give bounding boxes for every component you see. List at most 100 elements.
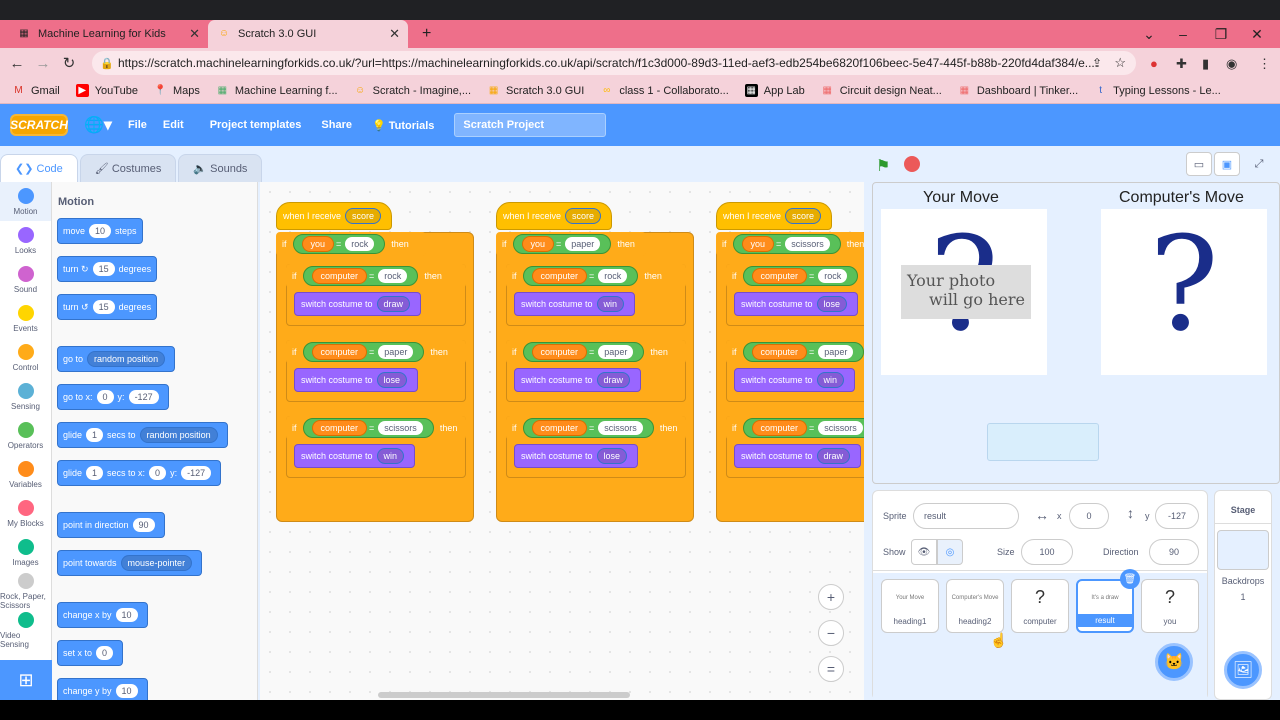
category-my-blocks[interactable]: My Blocks <box>0 494 51 533</box>
block-change-y[interactable]: change y by 10 <box>57 678 148 700</box>
add-backdrop-button[interactable]: 🖼 <box>1224 651 1262 689</box>
menu-tutorials[interactable]: 💡 Tutorials <box>372 119 434 132</box>
menu-project-templates[interactable]: Project templates <box>210 119 302 131</box>
menu-edit[interactable]: Edit <box>163 119 184 131</box>
category-variables[interactable]: Variables <box>0 455 51 494</box>
script-when-i-receive[interactable]: when I receive score if you = paper then if comp… <box>496 202 696 522</box>
if-computer-block[interactable]: ifcomputer=rockthen <box>506 264 686 288</box>
hide-eye-icon[interactable]: ◎ <box>937 539 963 565</box>
bookmark-scratch-gui[interactable]: ▦ Scratch 3.0 GUI <box>487 84 585 97</box>
code-workspace[interactable]: + − = when I receive score if you = rock then i… <box>260 182 864 700</box>
zoom-out-icon[interactable]: − <box>818 620 844 646</box>
workspace-scrollbar[interactable] <box>378 692 630 698</box>
when-i-receive-hat[interactable]: when I receive score <box>496 202 613 230</box>
size-input[interactable]: 100 <box>1021 539 1073 565</box>
category-sound[interactable]: Sound <box>0 260 51 299</box>
equals-operator[interactable]: computer = paper <box>742 342 864 362</box>
category-sensing[interactable]: Sensing <box>0 377 51 416</box>
equals-operator[interactable]: computer = rock <box>302 266 419 286</box>
if-computer-block[interactable]: ifcomputer=rockthen <box>726 264 864 288</box>
bookmark-dashboard[interactable]: ▦ Dashboard | Tinker... <box>958 84 1079 97</box>
bookmark-class1[interactable]: ∞ class 1 - Collaborato... <box>600 84 729 97</box>
towards-dropdown[interactable]: mouse-pointer <box>120 555 193 571</box>
x-input[interactable]: 0 <box>96 390 114 404</box>
scratch-logo[interactable]: SCRATCH <box>10 114 68 136</box>
forward-arrow-icon[interactable]: → <box>30 55 56 72</box>
tab-costumes[interactable]: 🖌 Costumes <box>79 154 177 182</box>
equals-operator[interactable]: computer = paper <box>302 342 425 362</box>
project-title-input[interactable]: Scratch Project <box>454 113 607 137</box>
steps-input[interactable]: 10 <box>89 224 112 238</box>
y-input[interactable]: -127 <box>128 390 159 404</box>
small-stage-icon[interactable]: ▭ <box>1186 152 1212 176</box>
equals-operator[interactable]: computer = rock <box>742 266 859 286</box>
degrees-input[interactable]: 15 <box>92 262 115 276</box>
block-move-steps[interactable]: move 10 steps <box>57 218 143 244</box>
if-computer-block[interactable]: ifcomputer=paperthen <box>506 340 686 364</box>
green-flag-icon[interactable]: ⚑ <box>876 156 890 176</box>
direction-input[interactable]: 90 <box>132 518 155 532</box>
if-you-block[interactable]: if you = paper then <box>496 232 646 256</box>
y-input[interactable]: -127 <box>181 466 212 480</box>
sprite-thumb-computer[interactable]: ? computer <box>1011 579 1069 633</box>
switch-costume-block[interactable]: switch costume to draw <box>294 292 422 316</box>
result-sprite-box[interactable] <box>987 423 1099 461</box>
dx-input[interactable]: 10 <box>115 608 138 622</box>
normal-stage-icon[interactable]: ▣ <box>1214 152 1240 176</box>
equals-operator[interactable]: computer = rock <box>522 266 639 286</box>
menu-share[interactable]: Share <box>321 119 352 131</box>
script-when-i-receive[interactable]: when I receive score if you = scissors then if c… <box>716 202 864 522</box>
category-events[interactable]: Events <box>0 299 51 338</box>
address-bar[interactable]: 🔒 https://scratch.machinelearningforkids… <box>92 51 1136 75</box>
switch-costume-block[interactable]: switch costume to lose <box>294 368 419 392</box>
bookmark-ml4k[interactable]: ▦ Machine Learning f... <box>216 84 338 97</box>
category-control[interactable]: Control <box>0 338 51 377</box>
computer-sprite-card[interactable]: ? <box>1101 209 1267 375</box>
x-input[interactable]: 0 <box>149 466 167 480</box>
sprite-name-input[interactable]: result <box>913 503 1019 529</box>
bookmark-scratch[interactable]: ☺ Scratch - Imagine,... <box>354 84 471 97</box>
tab-sounds[interactable]: 🔈 Sounds <box>178 154 263 182</box>
when-i-receive-hat[interactable]: when I receive score <box>716 202 833 230</box>
sprite-thumb-you[interactable]: ? you <box>1141 579 1199 633</box>
y-position-input[interactable]: -127 <box>1155 503 1199 529</box>
new-tab-button[interactable]: + <box>412 20 438 48</box>
bookmark-maps[interactable]: 📍 Maps <box>154 84 200 97</box>
sprite-thumb-heading2[interactable]: Computer's Move heading2 <box>946 579 1004 633</box>
when-i-receive-hat[interactable]: when I receive score <box>276 202 393 230</box>
category-images[interactable]: Images <box>0 533 51 572</box>
category-operators[interactable]: Operators <box>0 416 51 455</box>
block-go-to[interactable]: go to random position <box>57 346 176 372</box>
category-rock-paper-scissors[interactable]: Rock, Paper, Scissors <box>0 572 51 611</box>
you-sprite-card[interactable]: ? Your photo will go here <box>881 209 1047 375</box>
switch-costume-block[interactable]: switch costume to lose <box>734 292 859 316</box>
bookmark-applab[interactable]: ▦ App Lab <box>744 84 805 97</box>
back-arrow-icon[interactable]: ← <box>4 55 30 72</box>
switch-costume-block[interactable]: switch costume to lose <box>514 444 639 468</box>
dy-input[interactable]: 10 <box>115 684 138 698</box>
stage-target-panel[interactable]: Stage Backdrops 1 🖼 <box>1214 490 1272 700</box>
block-turn-right[interactable]: turn ↻ 15 degrees <box>57 256 158 282</box>
degrees-input[interactable]: 15 <box>92 300 115 314</box>
delete-sprite-icon[interactable]: 🗑 <box>1120 569 1140 589</box>
equals-operator[interactable]: computer = scissors <box>302 418 434 438</box>
extension-record-icon[interactable]: ● <box>1150 56 1158 71</box>
if-computer-block[interactable]: ifcomputer=scissorsthen <box>286 416 466 440</box>
zoom-in-icon[interactable]: + <box>818 584 844 610</box>
stop-icon[interactable] <box>904 156 920 172</box>
if-computer-block[interactable]: ifcomputer=scissorsthen <box>726 416 864 440</box>
switch-costume-block[interactable]: switch costume to win <box>734 368 856 392</box>
x-input[interactable]: 0 <box>96 646 114 660</box>
equals-operator[interactable]: computer = paper <box>522 342 645 362</box>
add-extension-button[interactable]: ⊞ <box>0 660 52 700</box>
goto-target-dropdown[interactable]: random position <box>87 351 166 367</box>
stage-thumbnail[interactable] <box>1217 530 1269 570</box>
block-go-to-xy[interactable]: go to x: 0 y: -127 <box>57 384 169 410</box>
equals-operator[interactable]: computer = scissors <box>742 418 864 438</box>
bookmark-gmail[interactable]: M Gmail <box>12 84 59 97</box>
if-you-block[interactable]: if you = scissors then <box>716 232 864 256</box>
category-video-sensing[interactable]: Video Sensing <box>0 611 51 650</box>
secs-input[interactable]: 1 <box>86 428 104 442</box>
close-window-icon[interactable]: ✕ <box>1234 20 1280 48</box>
sprite-thumb-heading1[interactable]: Your Move heading1 <box>881 579 939 633</box>
